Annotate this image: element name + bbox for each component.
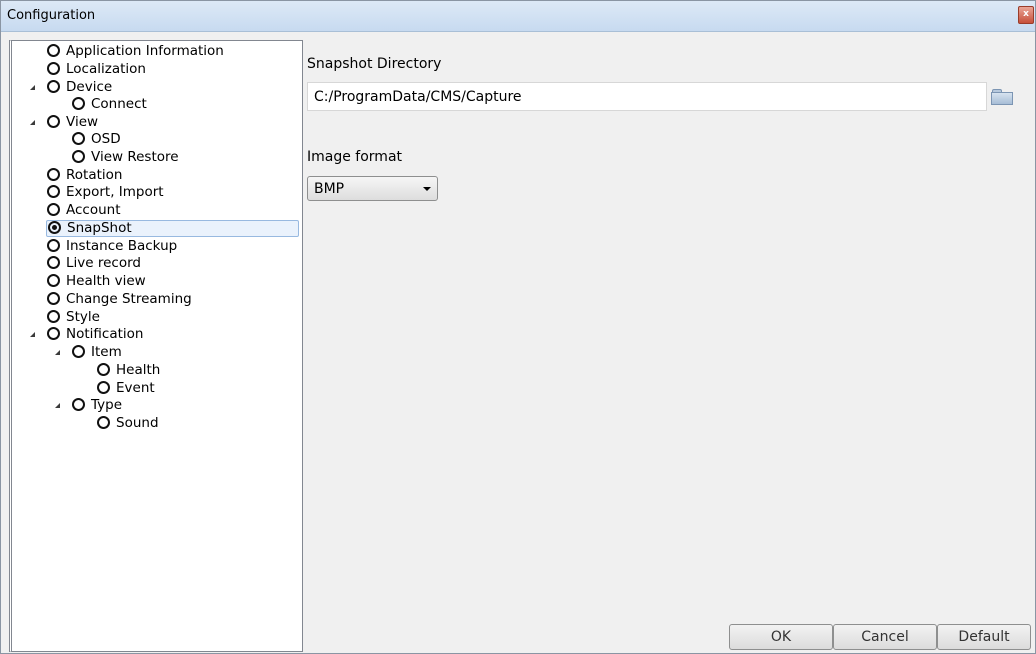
radio-icon bbox=[47, 44, 60, 57]
tree-item-health-view[interactable]: Health view bbox=[47, 273, 146, 290]
snapshot-directory-input[interactable]: C:/ProgramData/CMS/Capture bbox=[307, 82, 987, 111]
tree-item-health[interactable]: Health bbox=[97, 362, 160, 379]
tree-item-device[interactable]: Device bbox=[47, 79, 112, 96]
radio-icon bbox=[97, 416, 110, 429]
expand-arrow-icon[interactable] bbox=[55, 403, 60, 408]
window-title: Configuration bbox=[7, 8, 96, 23]
radio-icon bbox=[97, 381, 110, 394]
tree-item-osd[interactable]: OSD bbox=[72, 131, 121, 148]
configuration-window: Configuration x Application Information … bbox=[0, 0, 1036, 654]
image-format-label: Image format bbox=[307, 149, 403, 165]
tree-item-account[interactable]: Account bbox=[47, 202, 121, 219]
folder-icon[interactable] bbox=[991, 89, 1013, 105]
radio-icon bbox=[47, 185, 60, 198]
tree-item-localization[interactable]: Localization bbox=[47, 61, 146, 78]
radio-icon bbox=[97, 363, 110, 376]
radio-icon bbox=[72, 398, 85, 411]
title-bar: Configuration x bbox=[1, 1, 1035, 32]
tree-item-application-information[interactable]: Application Information bbox=[47, 43, 224, 60]
radio-icon bbox=[47, 115, 60, 128]
tree-item-type[interactable]: Type bbox=[72, 397, 122, 414]
radio-icon bbox=[47, 256, 60, 269]
radio-icon bbox=[47, 239, 60, 252]
snapshot-directory-label: Snapshot Directory bbox=[307, 56, 442, 72]
tree-item-item[interactable]: Item bbox=[72, 344, 122, 361]
radio-icon bbox=[47, 292, 60, 305]
close-button[interactable]: x bbox=[1018, 6, 1034, 24]
expand-arrow-icon[interactable] bbox=[30, 120, 35, 125]
radio-icon bbox=[47, 80, 60, 93]
tree-item-event[interactable]: Event bbox=[97, 380, 155, 397]
expand-arrow-icon[interactable] bbox=[30, 85, 35, 90]
radio-icon bbox=[47, 62, 60, 75]
settings-tree[interactable]: Application Information Localization Dev… bbox=[9, 40, 303, 652]
tree-item-rotation[interactable]: Rotation bbox=[47, 167, 122, 184]
tree-item-view[interactable]: View bbox=[47, 114, 98, 131]
tree-item-export-import[interactable]: Export, Import bbox=[47, 184, 164, 201]
tree-item-view-restore[interactable]: View Restore bbox=[72, 149, 179, 166]
tree-item-instance-backup[interactable]: Instance Backup bbox=[47, 238, 177, 255]
radio-icon bbox=[47, 168, 60, 181]
radio-icon bbox=[72, 345, 85, 358]
expand-arrow-icon[interactable] bbox=[30, 332, 35, 337]
radio-icon bbox=[47, 310, 60, 323]
radio-icon bbox=[47, 203, 60, 216]
image-format-value: BMP bbox=[314, 181, 345, 197]
tree-item-notification[interactable]: Notification bbox=[47, 326, 143, 343]
image-format-select[interactable]: BMP bbox=[307, 176, 438, 201]
default-button[interactable]: Default bbox=[937, 624, 1031, 650]
ok-button[interactable]: OK bbox=[729, 624, 833, 650]
dropdown-arrow-icon bbox=[423, 187, 431, 191]
radio-icon bbox=[72, 150, 85, 163]
tree-item-change-streaming[interactable]: Change Streaming bbox=[47, 291, 192, 308]
tree-item-style[interactable]: Style bbox=[47, 309, 100, 326]
radio-icon bbox=[47, 274, 60, 287]
tree-item-snapshot[interactable]: SnapShot bbox=[46, 220, 299, 237]
expand-arrow-icon[interactable] bbox=[55, 350, 60, 355]
tree-item-sound[interactable]: Sound bbox=[97, 415, 159, 432]
cancel-button[interactable]: Cancel bbox=[833, 624, 937, 650]
tree-item-live-record[interactable]: Live record bbox=[47, 255, 141, 272]
radio-checked-icon bbox=[48, 221, 61, 234]
radio-icon bbox=[72, 132, 85, 145]
tree-item-connect[interactable]: Connect bbox=[72, 96, 147, 113]
radio-icon bbox=[47, 327, 60, 340]
radio-icon bbox=[72, 97, 85, 110]
